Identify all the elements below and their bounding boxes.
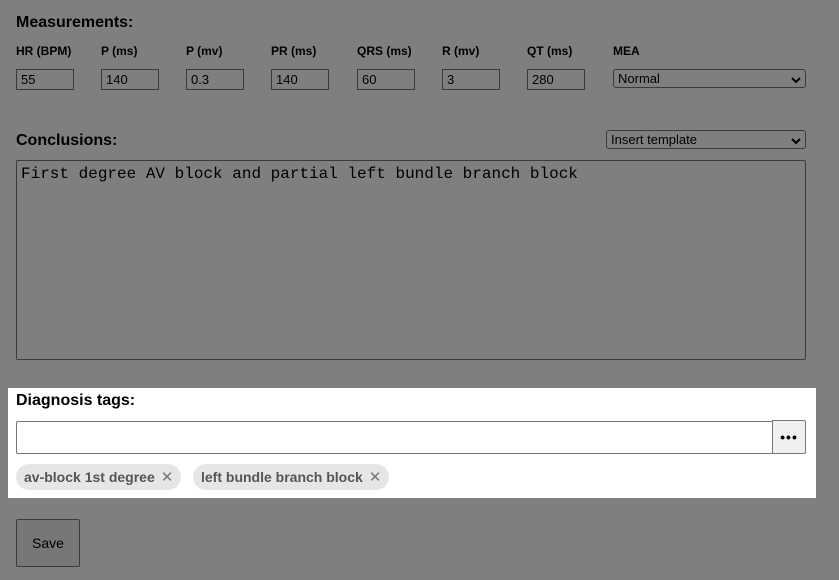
p-mv-label: P (mv) — [186, 44, 223, 58]
close-icon[interactable]: ✕ — [161, 468, 174, 486]
r-mv-input[interactable] — [442, 69, 500, 90]
mea-select[interactable]: Normal — [613, 69, 806, 88]
qt-label: QT (ms) — [527, 44, 573, 58]
diagnosis-tags-input[interactable] — [16, 421, 773, 454]
pr-label: PR (ms) — [271, 44, 317, 58]
close-icon[interactable]: ✕ — [369, 468, 382, 486]
measurements-title: Measurements: — [16, 14, 134, 31]
tag-label: left bundle branch block — [201, 469, 363, 485]
insert-template-select[interactable]: Insert template — [606, 130, 806, 149]
diagnosis-tags-title: Diagnosis tags: — [16, 392, 136, 409]
hr-label: HR (BPM) — [16, 44, 72, 58]
hr-input[interactable] — [16, 69, 74, 90]
chevron-down-icon — [791, 73, 801, 88]
conclusions-title: Conclusions: — [16, 132, 118, 149]
mea-label: MEA — [613, 44, 640, 58]
p-mv-input[interactable] — [186, 69, 244, 90]
p-ms-label: P (ms) — [101, 44, 138, 58]
qrs-input[interactable] — [357, 69, 415, 90]
chevron-down-icon — [791, 134, 801, 149]
tag-chip: left bundle branch block ✕ — [193, 464, 390, 490]
p-ms-input[interactable] — [101, 69, 159, 90]
save-button[interactable]: Save — [16, 519, 80, 567]
tag-chip: av-block 1st degree ✕ — [16, 464, 182, 490]
pr-input[interactable] — [271, 69, 329, 90]
diagnosis-tags-panel: Diagnosis tags: ••• av-block 1st degree … — [8, 388, 816, 498]
tag-label: av-block 1st degree — [24, 469, 155, 485]
conclusions-textarea[interactable]: First degree AV block and partial left b… — [16, 160, 806, 360]
insert-template-value: Insert template — [611, 132, 697, 147]
mea-select-value: Normal — [618, 71, 660, 86]
qt-input[interactable] — [527, 69, 585, 90]
more-button[interactable]: ••• — [772, 420, 806, 454]
ellipsis-icon: ••• — [780, 429, 798, 445]
r-mv-label: R (mv) — [442, 44, 480, 58]
qrs-label: QRS (ms) — [357, 44, 412, 58]
